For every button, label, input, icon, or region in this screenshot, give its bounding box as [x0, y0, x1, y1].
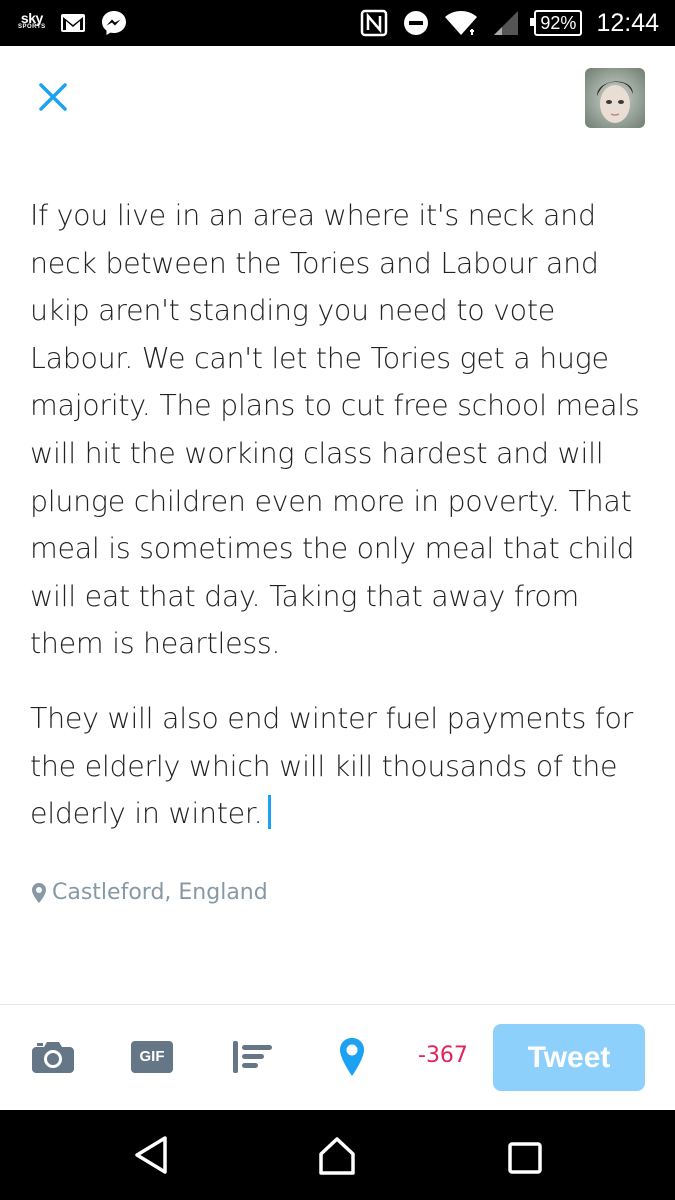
messenger-icon — [101, 11, 126, 35]
gmail-icon — [60, 14, 85, 32]
user-avatar[interactable] — [585, 68, 645, 128]
close-icon[interactable] — [36, 80, 70, 114]
nfc-icon — [361, 9, 388, 37]
tweet-button[interactable]: Tweet — [493, 1024, 645, 1091]
recents-icon[interactable] — [508, 1142, 542, 1174]
signal-icon — [494, 11, 519, 35]
location-pin-icon[interactable] — [339, 1037, 365, 1077]
gif-icon[interactable]: GIF — [131, 1041, 173, 1073]
character-counter: -367 — [418, 1043, 468, 1068]
home-icon[interactable] — [317, 1136, 357, 1176]
location-pin-small-icon — [32, 882, 46, 903]
back-icon[interactable] — [133, 1135, 169, 1175]
tweet-paragraph-2: They will also end winter fuel payments … — [30, 701, 634, 831]
tweet-compose-field[interactable]: If you live in an area where it's neck a… — [30, 192, 650, 865]
camera-icon[interactable] — [32, 1041, 74, 1073]
location-tag[interactable]: Castleford, England — [32, 880, 268, 905]
tweet-paragraph-1: If you live in an area where it's neck a… — [30, 199, 640, 661]
location-label: Castleford, England — [52, 880, 268, 905]
android-nav-bar — [0, 1110, 675, 1200]
status-bar: sky SPORTS 92% 12:44 — [0, 0, 675, 46]
do-not-disturb-icon — [404, 11, 429, 35]
text-cursor — [268, 795, 272, 830]
battery-indicator: 92% — [530, 10, 583, 36]
wifi-icon — [445, 11, 478, 35]
sky-sports-icon: sky SPORTS — [18, 10, 46, 30]
poll-icon[interactable] — [233, 1041, 273, 1073]
clock: 12:44 — [596, 8, 659, 37]
